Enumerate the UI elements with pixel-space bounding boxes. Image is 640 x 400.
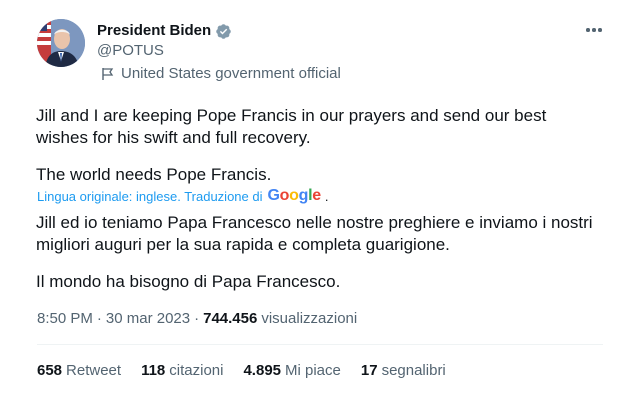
quotes-stat[interactable]: 118 citazioni <box>141 361 223 381</box>
tweet-text-translated-2: Il mondo ha bisogno di Papa Francesco. <box>36 272 341 291</box>
engagement-stats: 658 Retweet 118 citazioni 4.895 Mi piace… <box>37 361 466 381</box>
government-label-text: United States government official <box>121 65 341 82</box>
bookmarks-label: segnalibri <box>381 362 446 379</box>
bookmarks-stat[interactable]: 17 segnalibri <box>361 361 446 381</box>
author-handle[interactable]: @POTUS <box>97 41 164 61</box>
government-label: United States government official <box>101 64 341 84</box>
tweet-text-original-1: Jill and I are keeping Pope Francis in o… <box>36 106 547 147</box>
tweet-meta: 8:50 PM · 30 mar 2023 · 744.456 visualiz… <box>37 309 357 329</box>
meta-separator: · <box>96 310 102 327</box>
translation-notice-text: Lingua originale: inglese. Traduzione di <box>37 188 263 204</box>
bookmarks-count: 17 <box>360 362 378 379</box>
translation-notice[interactable]: Lingua originale: inglese. Traduzione di… <box>37 187 329 205</box>
meta-separator: · <box>194 310 200 327</box>
tweet-text-original-2: The world needs Pope Francis. <box>36 165 272 184</box>
tweet-date[interactable]: 30 mar 2023 <box>106 309 190 329</box>
flag-icon <box>102 68 114 80</box>
divider <box>37 344 603 345</box>
avatar[interactable] <box>37 19 85 67</box>
views-count: 744.456 <box>203 310 258 327</box>
author-name-row: President Biden <box>97 20 232 42</box>
likes-label: Mi piace <box>285 362 341 379</box>
verified-badge-icon[interactable] <box>215 23 232 40</box>
avatar-image <box>37 19 85 67</box>
retweets-label: Retweet <box>66 362 122 379</box>
retweets-stat[interactable]: 658 Retweet <box>37 361 121 381</box>
more-options-icon[interactable] <box>584 22 604 38</box>
likes-count: 4.895 <box>243 362 282 379</box>
google-logo: Google <box>267 187 322 204</box>
tweet-text-translated-1: Jill ed io teniamo Papa Francesco nelle … <box>36 213 593 254</box>
author-display-name[interactable]: President Biden <box>97 21 211 41</box>
views-label: visualizzazioni <box>261 310 358 327</box>
quotes-count: 118 <box>141 362 166 379</box>
quotes-label: citazioni <box>169 362 224 379</box>
likes-stat[interactable]: 4.895 Mi piace <box>243 361 340 381</box>
retweets-count: 658 <box>37 362 63 379</box>
tweet-time[interactable]: 8:50 PM <box>37 309 93 329</box>
translation-notice-period: . <box>324 188 329 204</box>
